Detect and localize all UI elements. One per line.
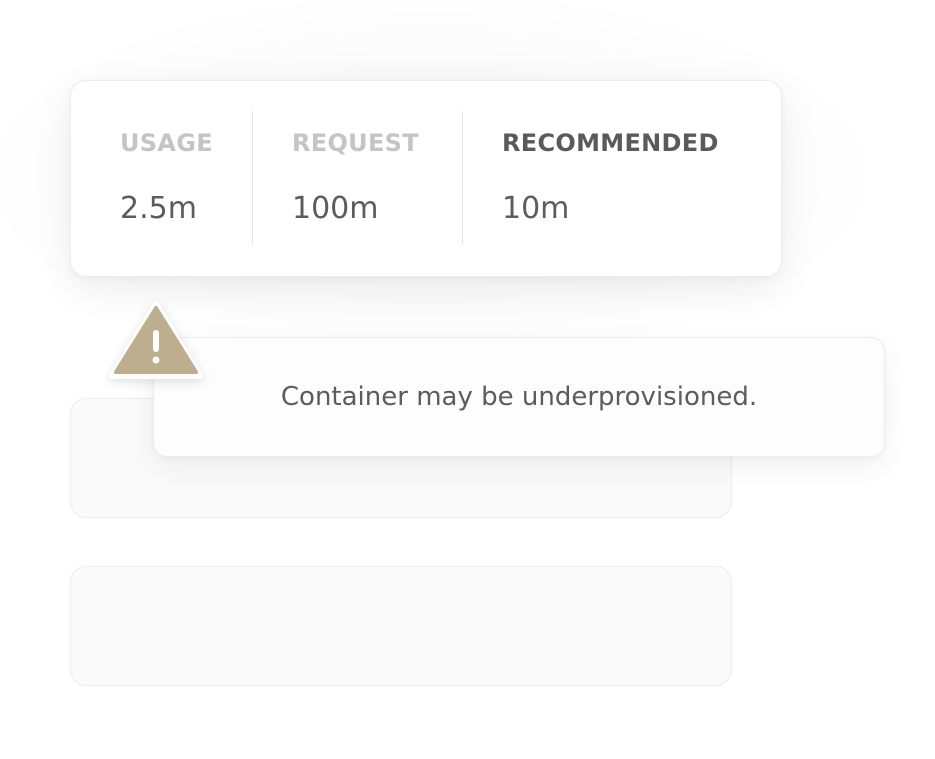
usage-label: USAGE: [120, 129, 213, 157]
request-label: REQUEST: [292, 129, 419, 157]
divider: [252, 111, 253, 245]
recommended-label: RECOMMENDED: [502, 129, 719, 157]
resource-stats-card: USAGE 2.5m REQUEST 100m RECOMMENDED 10m: [70, 80, 782, 277]
request-value: 100m: [292, 191, 379, 226]
alert-message: Container may be underprovisioned.: [280, 382, 758, 412]
underprovisioned-alert: Container may be underprovisioned.: [153, 337, 885, 457]
divider: [462, 111, 463, 245]
warning-icon: [109, 301, 203, 379]
recommended-value: 10m: [502, 191, 570, 226]
usage-value: 2.5m: [120, 191, 197, 226]
placeholder-card: [70, 566, 732, 686]
